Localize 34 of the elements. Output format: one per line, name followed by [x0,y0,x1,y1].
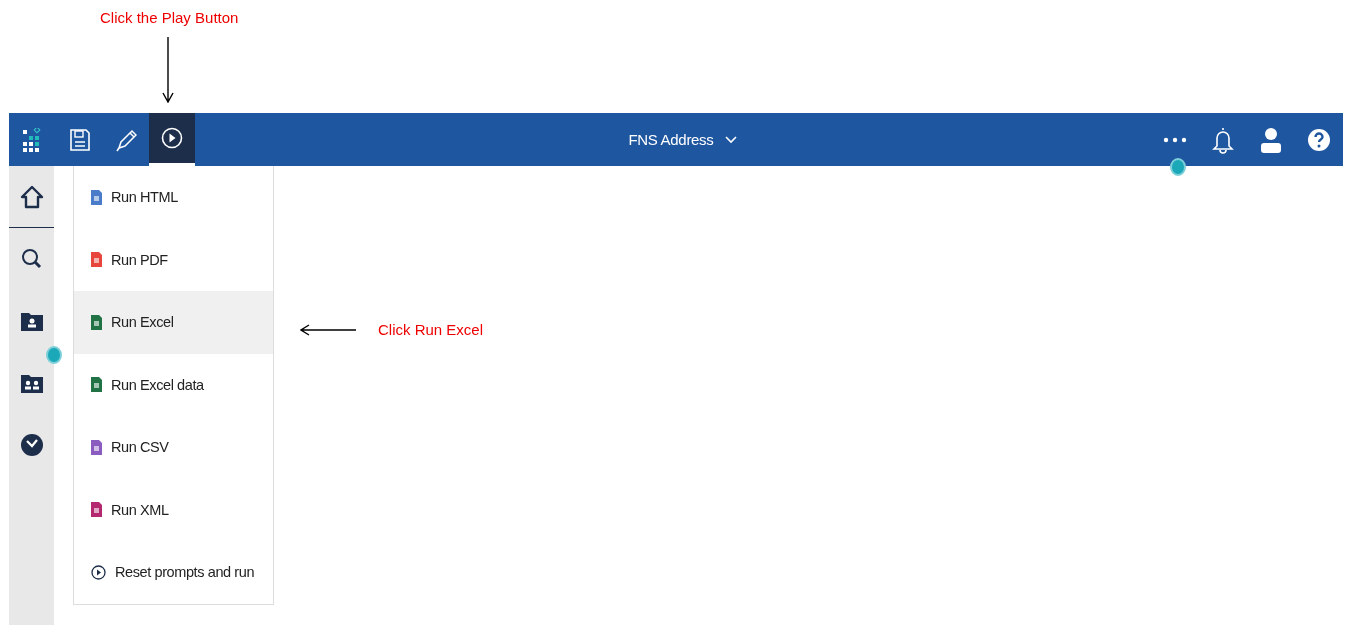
menu-item[interactable]: Run CSV [74,416,273,479]
app-logo-icon[interactable] [21,127,43,152]
search-icon [19,247,44,271]
left-arrow [300,323,356,336]
help-icon [1307,127,1331,152]
play-icon [161,127,183,149]
file-icon [91,252,102,268]
menu-item[interactable]: Run XML [74,478,273,541]
pencil-icon [115,127,137,152]
home-icon [19,184,44,209]
file-icon [91,502,102,518]
ellipsis-icon [1163,136,1187,143]
hotspot-marker [46,346,62,364]
chevron-down-icon [723,134,738,145]
file-icon [91,439,102,455]
menu-item[interactable]: Run Excel [74,291,273,354]
run-button[interactable] [149,113,195,166]
menu-item[interactable]: Run HTML [74,166,273,229]
menu-item[interactable]: Reset prompts and run [74,541,273,604]
play-icon [91,564,106,580]
folder-people-icon [19,372,44,394]
file-icon [91,314,102,330]
hotspot-marker [1170,158,1186,176]
file-icon [91,377,102,393]
menu-item[interactable]: Run PDF [74,228,273,291]
down-arrow [162,37,174,103]
user-icon [1260,126,1282,153]
annotation-text: Click Run Excel [378,321,484,338]
menu-item[interactable]: Run Excel data [74,353,273,416]
bell-icon [1212,125,1234,154]
report-title-dropdown[interactable]: FNS Address [628,131,738,148]
folder-person-icon [19,310,44,332]
annotation-text: Click the Play Button [100,9,239,26]
file-icon [91,189,102,205]
